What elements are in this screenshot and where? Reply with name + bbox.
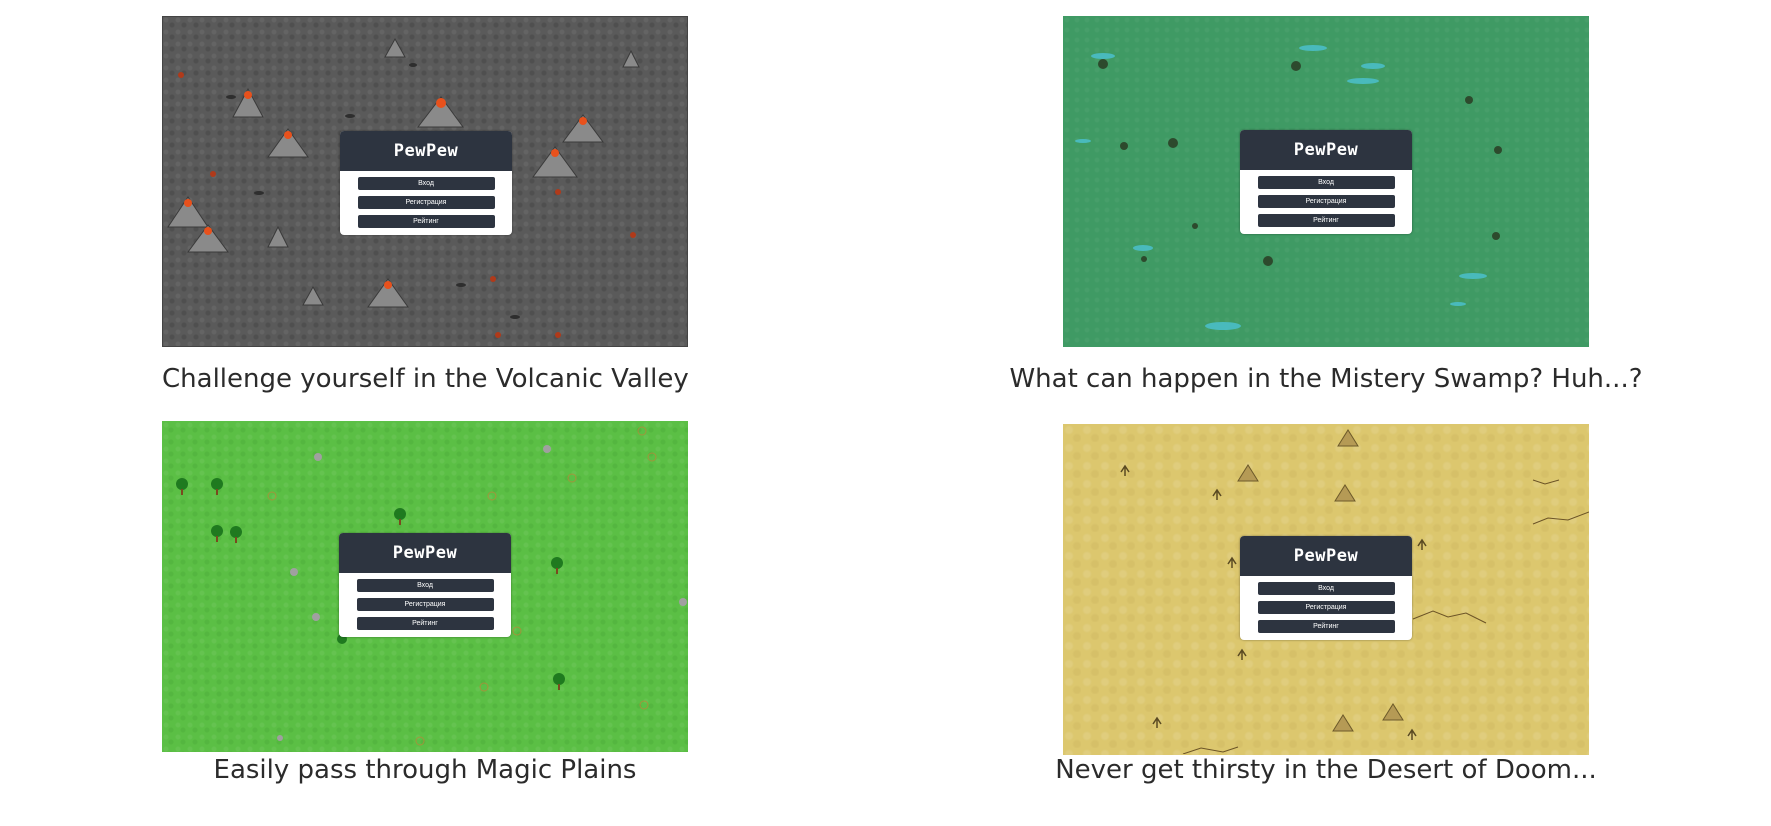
desert-of-doom-screenshot: PewPew Вход Регистрация Рейтинг (1063, 424, 1589, 755)
login-button[interactable]: Вход (1257, 176, 1395, 189)
main-menu-panel: PewPew Вход Регистрация Рейтинг (1240, 130, 1412, 234)
caption-volcanic-valley: Challenge yourself in the Volcanic Valle… (162, 364, 689, 394)
login-button[interactable]: Вход (357, 177, 495, 190)
caption-magic-plains: Easily pass through Magic Plains (213, 755, 637, 785)
panel-header: PewPew (339, 533, 511, 573)
game-title: PewPew (1293, 140, 1359, 160)
rating-button[interactable]: Рейтинг (356, 617, 494, 630)
rating-button[interactable]: Рейтинг (357, 215, 495, 228)
game-title: PewPew (393, 141, 459, 161)
panel-header: PewPew (1240, 536, 1412, 576)
register-button[interactable]: Регистрация (1257, 195, 1395, 208)
register-button[interactable]: Регистрация (356, 598, 494, 611)
rating-button[interactable]: Рейтинг (1257, 214, 1395, 227)
game-title: PewPew (1293, 546, 1359, 566)
caption-desert-of-doom: Never get thirsty in the Desert of Doom.… (1055, 755, 1597, 785)
game-title: PewPew (392, 543, 458, 563)
register-button[interactable]: Регистрация (1257, 601, 1395, 614)
main-menu-panel: PewPew Вход Регистрация Рейтинг (339, 533, 511, 637)
rating-button[interactable]: Рейтинг (1257, 620, 1395, 633)
volcanic-valley-screenshot: PewPew Вход Регистрация Рейтинг (162, 16, 688, 347)
login-button[interactable]: Вход (1257, 582, 1395, 595)
panel-header: PewPew (340, 131, 512, 171)
caption-mistery-swamp: What can happen in the Mistery Swamp? Hu… (1009, 364, 1643, 394)
main-menu-panel: PewPew Вход Регистрация Рейтинг (340, 131, 512, 235)
main-menu-panel: PewPew Вход Регистрация Рейтинг (1240, 536, 1412, 640)
register-button[interactable]: Регистрация (357, 196, 495, 209)
login-button[interactable]: Вход (356, 579, 494, 592)
panel-header: PewPew (1240, 130, 1412, 170)
magic-plains-screenshot: PewPew Вход Регистрация Рейтинг (162, 421, 688, 752)
mistery-swamp-screenshot: PewPew Вход Регистрация Рейтинг (1063, 16, 1589, 347)
